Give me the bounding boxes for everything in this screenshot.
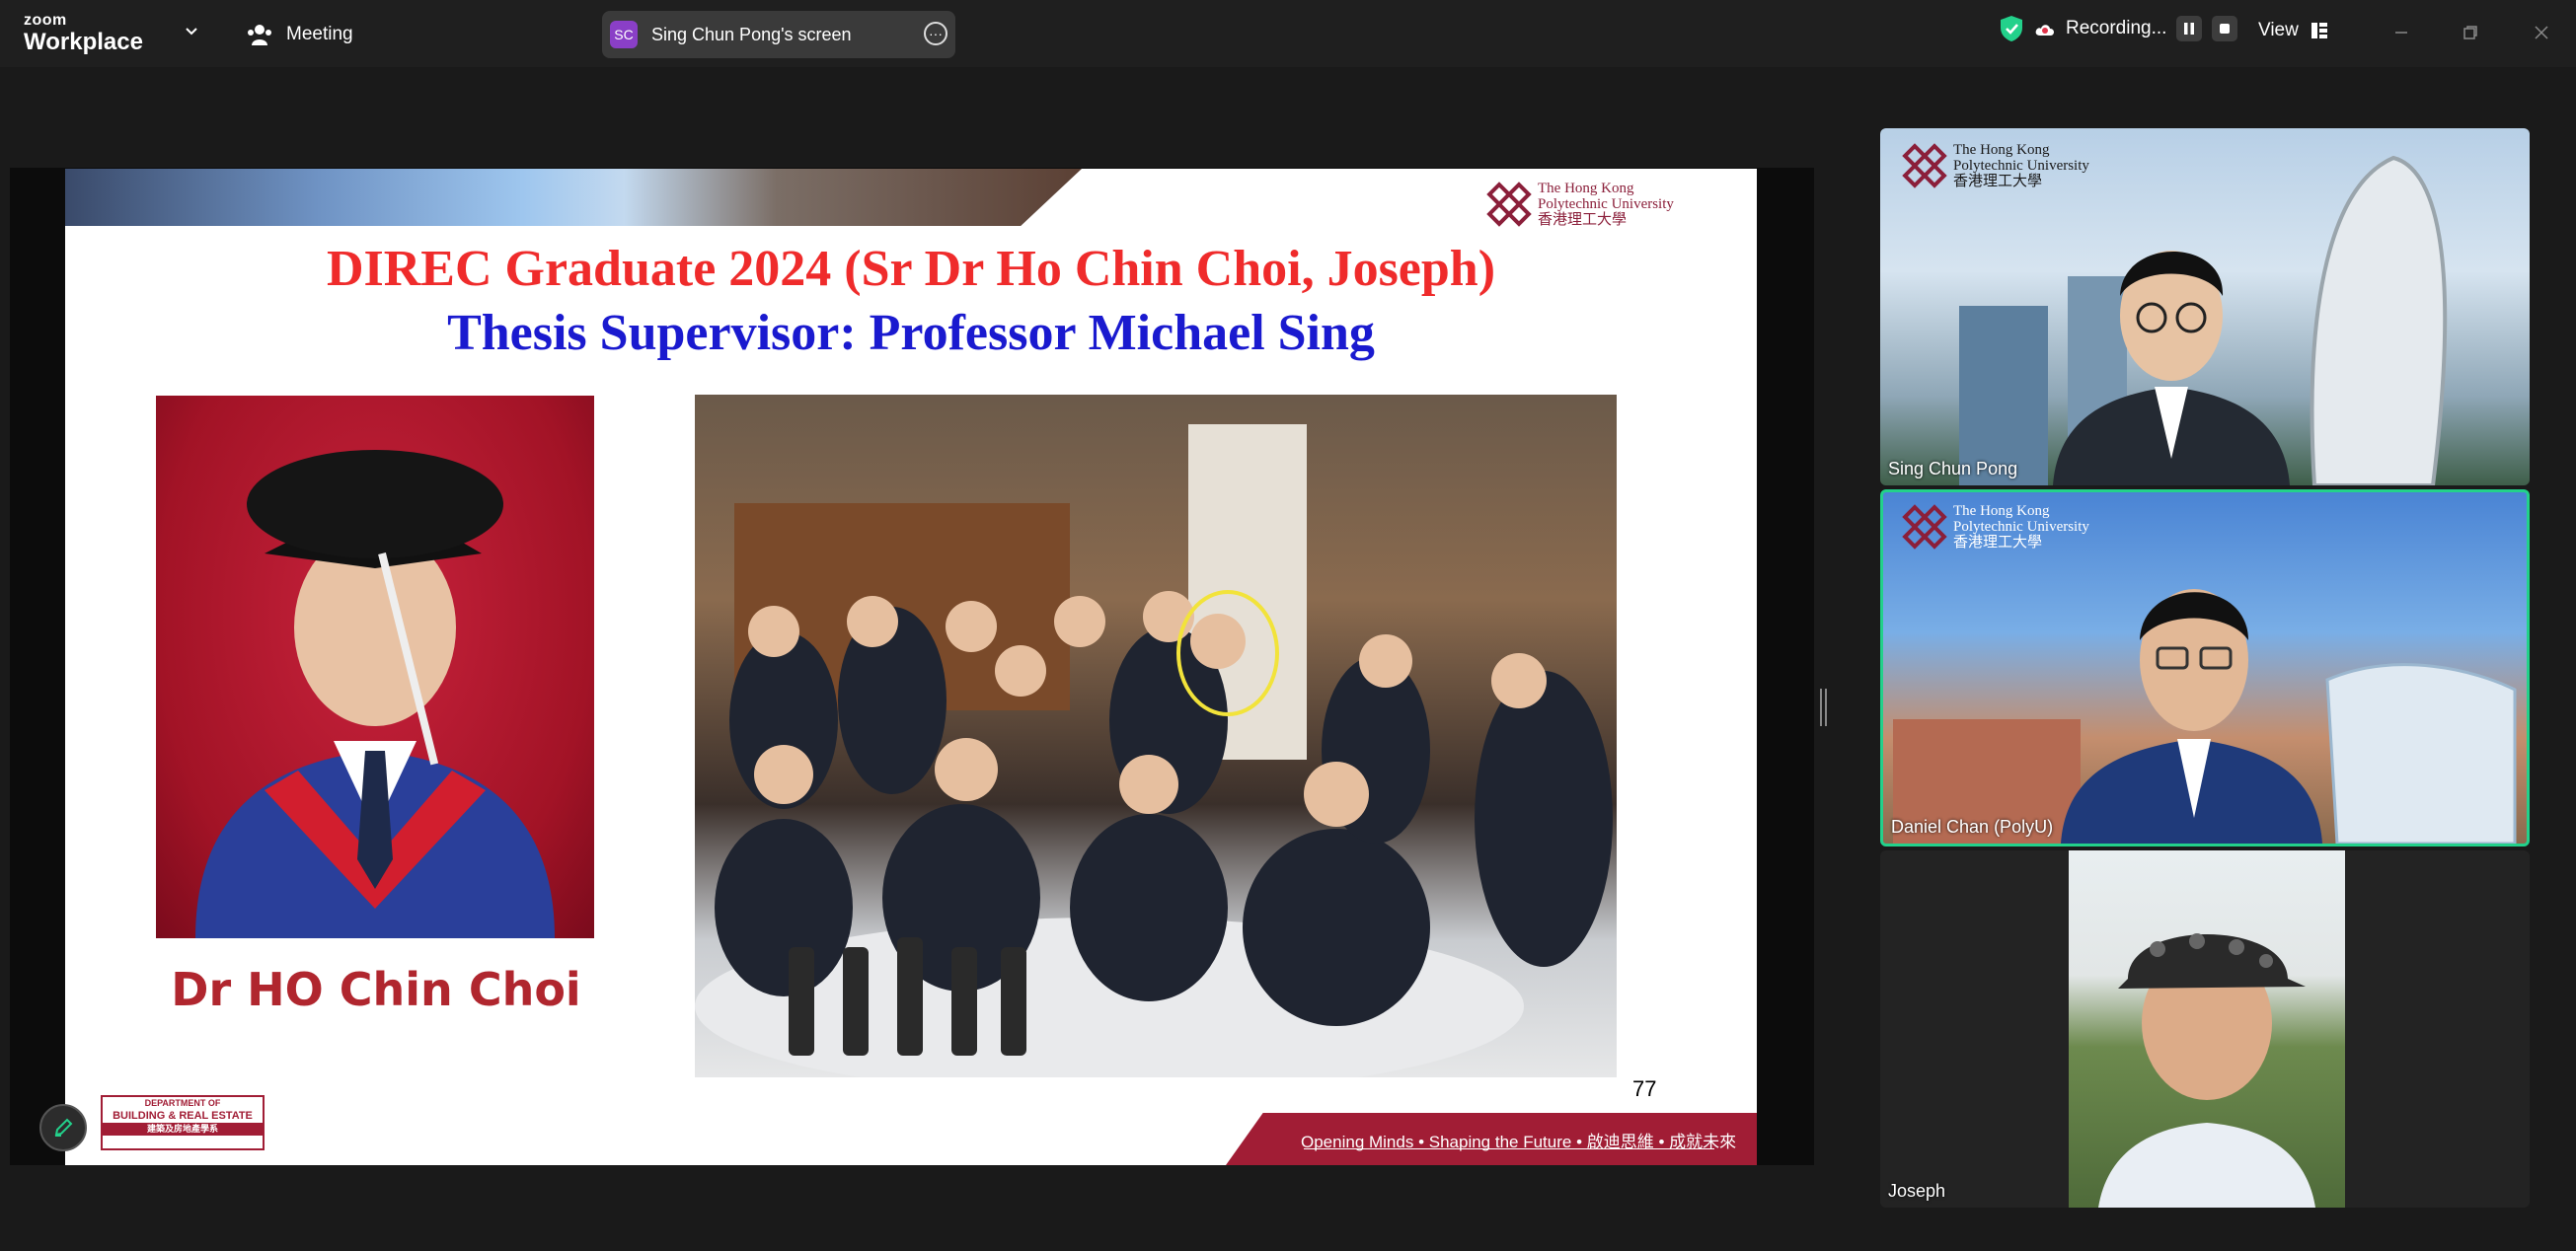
footer-divider xyxy=(1304,1148,1714,1149)
more-options-icon[interactable]: ··· xyxy=(924,22,947,45)
zoom-workplace-logo[interactable]: zoom Workplace xyxy=(24,12,143,55)
participant-name: Daniel Chan (PolyU) xyxy=(1891,817,2054,837)
maximize-button[interactable] xyxy=(2456,18,2485,47)
polyu-logo-line2: Polytechnic University xyxy=(1953,519,2089,535)
participant-tile-active-speaker[interactable]: The Hong Kong Polytechnic University 香港理… xyxy=(1880,489,2530,846)
polyu-logo: The Hong Kong Polytechnic University 香港理… xyxy=(1902,142,2089,189)
page-number: 77 xyxy=(1632,1076,1657,1101)
slide-title: DIREC Graduate 2024 (Sr Dr Ho Chin Choi,… xyxy=(326,241,1496,297)
pause-icon xyxy=(2184,23,2195,35)
brand-top-text: zoom xyxy=(24,12,67,29)
minimize-icon xyxy=(2395,32,2407,34)
meeting-label: Meeting xyxy=(286,24,353,44)
recording-controls: Recording... xyxy=(1999,15,2238,42)
polyu-emblem-icon xyxy=(1486,182,1532,227)
polyu-logo-line1: The Hong Kong xyxy=(1953,503,2050,519)
polyu-logo-line3: 香港理工大學 xyxy=(1953,535,2043,551)
portrait-caption: Dr HO Chin Choi xyxy=(171,963,581,1016)
participant-tile[interactable]: The Hong Kong Polytechnic University 香港理… xyxy=(1880,128,2530,485)
pause-recording-button[interactable] xyxy=(2176,16,2203,41)
graduate-portrait-photo xyxy=(156,396,594,938)
brand-bottom-text: Workplace xyxy=(24,29,143,55)
screen-share-indicator[interactable]: SC Sing Chun Pong's screen ··· xyxy=(602,11,955,58)
screen-share-label: Sing Chun Pong's screen xyxy=(651,24,852,44)
stop-icon xyxy=(2220,24,2231,34)
top-bar: zoom Workplace Meeting SC Sing Chun Pong… xyxy=(0,0,2576,67)
polyu-logo-line2: Polytechnic University xyxy=(1953,158,2089,174)
group-dinner-photo xyxy=(695,395,1617,1077)
stop-recording-button[interactable] xyxy=(2212,16,2238,41)
dept-logo-line3: 建築及房地產學系 xyxy=(103,1123,263,1136)
polyu-logo-line3: 香港理工大學 xyxy=(1538,212,1628,228)
presentation-slide: The Hong Kong Polytechnic University 香港理… xyxy=(65,169,1757,1165)
pencil-icon xyxy=(54,1118,73,1137)
group-photo-scene xyxy=(695,424,1613,1077)
slide-banner-image xyxy=(65,169,1082,226)
panel-resize-handle[interactable] xyxy=(1819,689,1827,726)
polyu-logo-line3: 香港理工大學 xyxy=(1953,174,2043,189)
polyu-emblem-icon xyxy=(1902,504,1947,550)
polyu-logo-line2: Polytechnic University xyxy=(1538,196,1674,212)
avatar: SC xyxy=(610,21,638,48)
polyu-emblem-icon xyxy=(1902,143,1947,188)
polyu-logo-line1: The Hong Kong xyxy=(1538,181,1634,196)
restore-icon xyxy=(2463,26,2477,39)
participant-video-figure xyxy=(2098,933,2315,1208)
recording-label: Recording... xyxy=(2066,18,2167,38)
participant-video xyxy=(2069,850,2345,1208)
shield-check-icon xyxy=(2001,16,2022,41)
close-icon xyxy=(2535,26,2548,39)
slide-subtitle: Thesis Supervisor: Professor Michael Sin… xyxy=(447,305,1375,361)
dept-logo-line2: BUILDING & REAL ESTATE xyxy=(113,1110,253,1122)
polyu-logo-line1: The Hong Kong xyxy=(1953,142,2050,158)
participants-icon xyxy=(248,25,271,45)
annotate-button[interactable] xyxy=(39,1104,87,1151)
portrait-figure xyxy=(195,450,555,938)
view-button[interactable]: View xyxy=(2258,20,2328,41)
polyu-logo: The Hong Kong Polytechnic University 香港理… xyxy=(1486,181,1674,228)
view-label: View xyxy=(2258,20,2299,40)
department-logo: DEPARTMENT OF BUILDING & REAL ESTATE 建築及… xyxy=(101,1095,265,1150)
minimize-button[interactable] xyxy=(2387,18,2416,47)
grid-layout-icon xyxy=(2311,23,2327,38)
participant-name: Sing Chun Pong xyxy=(1888,459,2018,478)
close-button[interactable] xyxy=(2527,18,2556,47)
participant-tile[interactable]: Joseph xyxy=(1880,850,2530,1208)
polyu-logo: The Hong Kong Polytechnic University 香港理… xyxy=(1902,503,2089,551)
cloud-recording-icon xyxy=(2035,25,2054,36)
meeting-button[interactable]: Meeting xyxy=(247,20,353,49)
participant-name: Joseph xyxy=(1888,1181,1946,1201)
dept-logo-line1: DEPARTMENT OF xyxy=(144,1098,221,1108)
chevron-down-icon[interactable] xyxy=(184,24,199,39)
